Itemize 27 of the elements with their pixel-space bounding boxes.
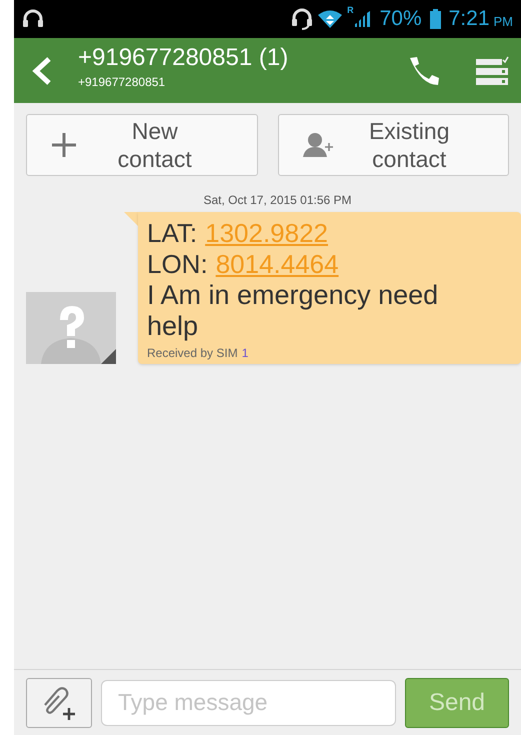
sim-number: 1 xyxy=(242,346,248,360)
signal-icon xyxy=(354,10,372,28)
message-field[interactable]: Type message xyxy=(101,680,396,726)
clock-time: 7:21 xyxy=(448,6,490,32)
avatar-icon xyxy=(26,292,116,364)
received-by-label: Received by SIM xyxy=(147,346,238,360)
clock-meridiem: PM xyxy=(494,12,513,31)
add-person-icon xyxy=(302,132,334,158)
coordinate-link[interactable]: 1302.9822 xyxy=(205,218,328,248)
existing-contact-button[interactable]: Existing contact xyxy=(278,114,509,176)
coordinate-label: LON: xyxy=(147,249,208,279)
menu-icon[interactable] xyxy=(475,56,509,86)
new-contact-button[interactable]: New contact xyxy=(26,114,258,176)
contact-title: +919677280851 (1) xyxy=(78,42,290,72)
coordinate-link[interactable]: 8014.4464 xyxy=(216,249,339,279)
wifi-icon xyxy=(317,9,344,29)
battery-icon xyxy=(430,9,441,29)
contact-number: +919677280851 xyxy=(78,74,166,90)
message-text: I Am in emergency need help xyxy=(147,280,440,342)
roaming-indicator: R xyxy=(347,4,354,17)
message-timestamp: Sat, Oct 17, 2015 01:56 PM xyxy=(202,192,353,209)
headset-icon xyxy=(291,8,314,30)
headphones-icon xyxy=(22,9,44,29)
battery-percentage: 70% xyxy=(380,6,422,32)
attach-button[interactable] xyxy=(26,678,92,728)
plus-icon xyxy=(51,132,77,158)
coordinate-label: LAT: xyxy=(147,218,198,248)
